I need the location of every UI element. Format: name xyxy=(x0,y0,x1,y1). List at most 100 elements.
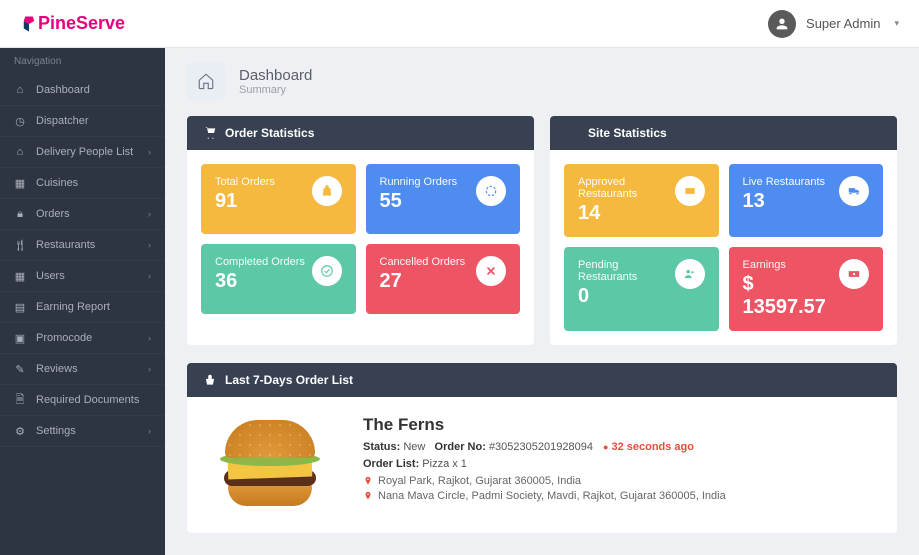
pickup-address: Royal Park, Rajkot, Gujarat 360005, Indi… xyxy=(363,475,726,487)
stat-value: 13 xyxy=(743,190,826,213)
stat-cancelled-orders[interactable]: Cancelled Orders 27 xyxy=(366,244,521,314)
sidebar-item-documents[interactable]: 🗎︎ Required Documents xyxy=(0,385,165,416)
chevron-down-icon: ▾ xyxy=(894,18,899,29)
panel-title: Order Statistics xyxy=(225,126,314,140)
money-icon xyxy=(839,259,869,289)
stat-value: $ 13597.57 xyxy=(743,273,840,319)
sidebar-item-dashboard[interactable]: ⌂Dashboard xyxy=(0,75,165,106)
order-meta-line2: Order List: Pizza x 1 xyxy=(363,458,726,470)
gear-icon: ⚙︎ xyxy=(14,425,26,437)
cuisines-icon: ▦ xyxy=(14,177,26,189)
pin-icon xyxy=(363,476,373,486)
user-name: Super Admin xyxy=(806,16,880,31)
stat-live-restaurants[interactable]: Live Restaurants 13 xyxy=(729,164,884,237)
panel-header: Site Statistics xyxy=(550,116,897,150)
card-icon xyxy=(675,176,705,206)
sidebar-item-users[interactable]: ▦ Users › xyxy=(0,261,165,292)
site-statistics-panel: Site Statistics Approved Restaurants14 L… xyxy=(550,116,897,345)
documents-icon: 🗎︎ xyxy=(14,394,26,406)
nav-label: Settings xyxy=(36,425,76,437)
stat-label: Total Orders xyxy=(215,176,275,188)
logo[interactable]: PineServe xyxy=(20,13,125,34)
sidebar-item-promocode[interactable]: ▣ Promocode › xyxy=(0,323,165,354)
sidebar-item-orders[interactable]: 🔒︎ Orders › xyxy=(0,199,165,230)
sidebar-item-restaurants[interactable]: 🍴︎ Restaurants › xyxy=(0,230,165,261)
spinner-icon xyxy=(476,176,506,206)
people-icon xyxy=(675,259,705,289)
stat-value: 55 xyxy=(380,190,458,213)
nav-label: Delivery People List xyxy=(36,146,133,158)
order-image xyxy=(205,415,335,515)
nav-label: Orders xyxy=(36,208,70,220)
restaurants-icon: 🍴︎ xyxy=(14,239,26,251)
delivery-address: Nana Mava Circle, Padmi Society, Mavdi, … xyxy=(363,490,726,502)
sidebar-item-earning-report[interactable]: ▤ Earning Report xyxy=(0,292,165,323)
report-icon: ▤ xyxy=(14,301,26,313)
stat-pending-restaurants[interactable]: Pending Restaurants0 xyxy=(564,247,719,331)
chevron-right-icon: › xyxy=(148,240,151,250)
nav-section-title: Navigation xyxy=(0,48,165,75)
pin-icon xyxy=(363,491,373,501)
chevron-right-icon: › xyxy=(148,209,151,219)
stat-completed-orders[interactable]: Completed Orders 36 xyxy=(201,244,356,314)
dispatcher-icon: ◷ xyxy=(14,115,26,127)
close-icon xyxy=(476,256,506,286)
user-menu[interactable]: Super Admin ▾ xyxy=(768,10,899,38)
home-icon xyxy=(187,62,225,100)
logo-icon xyxy=(20,15,38,33)
chevron-right-icon: › xyxy=(148,333,151,343)
stat-label: Live Restaurants xyxy=(743,176,826,188)
stat-earnings[interactable]: Earnings$ 13597.57 xyxy=(729,247,884,331)
promo-icon: ▣ xyxy=(14,332,26,344)
app-header: PineServe Super Admin ▾ xyxy=(0,0,919,48)
stat-running-orders[interactable]: Running Orders 55 xyxy=(366,164,521,234)
sidebar-item-reviews[interactable]: ✎ Reviews › xyxy=(0,354,165,385)
stat-value: 14 xyxy=(578,202,675,225)
stat-label: Completed Orders xyxy=(215,256,305,268)
nav-label: Promocode xyxy=(36,332,92,344)
check-icon xyxy=(312,256,342,286)
sidebar-item-delivery-people[interactable]: ⌂ Delivery People List › xyxy=(0,137,165,168)
stat-value: 91 xyxy=(215,190,275,213)
restaurant-name: The Ferns xyxy=(363,415,726,435)
stat-label: Cancelled Orders xyxy=(380,256,466,268)
stat-value: 36 xyxy=(215,270,305,293)
sidebar-item-cuisines[interactable]: ▦ Cuisines xyxy=(0,168,165,199)
stat-approved-restaurants[interactable]: Approved Restaurants14 xyxy=(564,164,719,237)
stat-value: 27 xyxy=(380,270,466,293)
nav-label: Users xyxy=(36,270,65,282)
burger-icon xyxy=(220,420,320,510)
page-header: Dashboard Summary xyxy=(187,62,897,100)
panel-title: Site Statistics xyxy=(588,126,667,140)
order-row[interactable]: The Ferns Status: New Order No: #3052305… xyxy=(187,397,897,533)
logo-text-1: Pine xyxy=(38,13,76,33)
avatar-icon xyxy=(768,10,796,38)
delivery-icon: ⌂ xyxy=(14,146,26,158)
sidebar-item-dispatcher[interactable]: ◷ Dispatcher xyxy=(0,106,165,137)
users-icon: ▦ xyxy=(14,270,26,282)
nav-label: Reviews xyxy=(36,363,78,375)
chevron-right-icon: › xyxy=(148,364,151,374)
stat-label: Approved Restaurants xyxy=(578,176,675,200)
stat-total-orders[interactable]: Total Orders 91 xyxy=(201,164,356,234)
stat-label: Running Orders xyxy=(380,176,458,188)
stat-label: Pending Restaurants xyxy=(578,259,675,283)
nav-label: Cuisines xyxy=(36,177,78,189)
page-subtitle: Summary xyxy=(239,84,312,96)
chevron-right-icon: › xyxy=(148,271,151,281)
order-meta-line1: Status: New Order No: #3052305201928094●… xyxy=(363,441,726,453)
chevron-right-icon: › xyxy=(148,147,151,157)
cart-icon xyxy=(203,126,217,140)
nav-label: Required Documents xyxy=(36,394,139,406)
dashboard-icon: ⌂ xyxy=(14,84,26,96)
page-title: Dashboard xyxy=(239,67,312,84)
sidebar-item-settings[interactable]: ⚙︎Settings› xyxy=(0,416,165,447)
order-statistics-panel: Order Statistics Total Orders 91 Running … xyxy=(187,116,534,345)
orders-icon: 🔒︎ xyxy=(14,208,26,220)
logo-text-2: Serve xyxy=(76,13,125,33)
bag-icon xyxy=(312,176,342,206)
reviews-icon: ✎ xyxy=(14,363,26,375)
nav-label: Dispatcher xyxy=(36,115,89,127)
nav-label: Earning Report xyxy=(36,301,110,313)
nav-label: Restaurants xyxy=(36,239,95,251)
